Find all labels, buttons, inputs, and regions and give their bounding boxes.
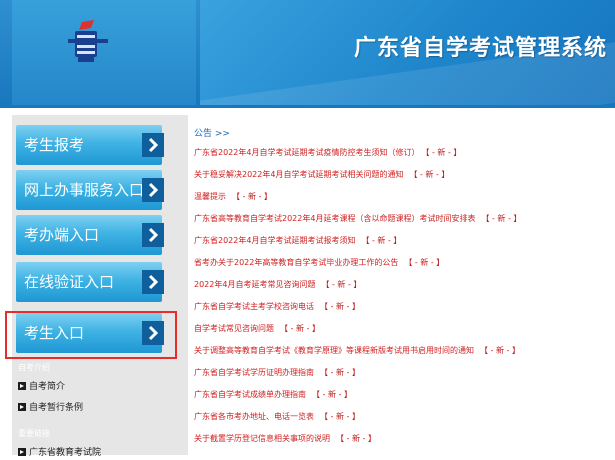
chevron-right-icon	[142, 178, 164, 202]
new-badge: 【 - 新 - 】	[312, 390, 352, 399]
sidebar-link-intro[interactable]: 自考简介	[18, 380, 65, 394]
section-label-links: 重要链接	[18, 429, 50, 438]
notice-item[interactable]: 关于稳妥解决2022年4月自学考试延期考试相关问题的通知【 - 新 - 】	[194, 168, 449, 182]
new-badge: 【 - 新 - 】	[409, 170, 450, 179]
nav-button-student-registration[interactable]: 考生报考	[16, 125, 164, 165]
notice-item[interactable]: 广东省2022年4月自学考试延期考试报考须知【 - 新 - 】	[194, 234, 401, 248]
notice-item[interactable]: 温馨提示【 - 新 - 】	[194, 190, 272, 204]
new-badge: 【 - 新 - 】	[361, 236, 402, 245]
arrow-bullet-icon	[18, 382, 26, 390]
nav-button-exam-office[interactable]: 考办端入口	[16, 215, 164, 255]
sidebar-link-label: 广东省教育考试院	[29, 448, 102, 458]
site-title: 广东省自学考试管理系统	[353, 36, 607, 61]
sidebar-link-label: 自考暂行条例	[29, 403, 84, 413]
notice-item[interactable]: 省考办关于2022年高等教育自学考试毕业办理工作的公告【 - 新 - 】	[194, 256, 444, 270]
new-badge: 【 - 新 - 】	[404, 258, 445, 267]
exam-authority-logo-icon	[68, 20, 108, 62]
new-badge: 【 - 新 - 】	[336, 434, 376, 443]
nav-button-label: 考生报考	[24, 136, 85, 154]
new-badge: 【 - 新 - 】	[280, 324, 320, 333]
notice-item[interactable]: 广东省高等教育自学考试2022年4月延考课程（含以命题课程）考试时间安排表【 -…	[194, 212, 521, 226]
logo-panel	[12, 0, 196, 105]
notices-heading[interactable]: 公告 >>	[194, 126, 230, 139]
sidebar-link-regulations[interactable]: 自考暂行条例	[18, 401, 83, 415]
new-badge: 【 - 新 - 】	[321, 280, 362, 289]
new-badge: 【 - 新 - 】	[320, 302, 360, 311]
chevron-right-icon	[142, 223, 164, 247]
notice-item[interactable]: 关于截置学历登记信息相关事项的说明【 - 新 - 】	[194, 432, 376, 446]
section-label-intro: 自考介绍	[18, 363, 50, 372]
notice-item[interactable]: 广东省自学考试学历证明办理指南【 - 新 - 】	[194, 366, 360, 380]
notice-item[interactable]: 广东省自学考试成绩单办理指南【 - 新 - 】	[194, 388, 352, 402]
sidebar-link-label: 自考简介	[29, 382, 66, 392]
nav-button-label: 考办端入口	[24, 226, 100, 244]
notice-item[interactable]: 广东省2022年4月自学考试延期考试疫情防控考生须知（修订）【 - 新 - 】	[194, 146, 461, 160]
nav-button-label: 网上办事服务入口	[24, 181, 145, 199]
new-badge: 【 - 新 - 】	[481, 214, 522, 223]
notice-item[interactable]: 关于调整高等教育自学考试《教育学原理》等课程新版考试用书启用时间的通知【 - 新…	[194, 344, 520, 358]
nav-button-label: 在线验证入口	[24, 273, 115, 291]
new-badge: 【 - 新 - 】	[480, 346, 520, 355]
arrow-bullet-icon	[18, 403, 26, 411]
chevron-right-icon	[142, 270, 164, 294]
chevron-right-icon	[142, 133, 164, 157]
new-badge: 【 - 新 - 】	[232, 192, 272, 201]
highlight-box	[5, 311, 177, 359]
notice-item[interactable]: 广东省自学考试主考学校咨询电话【 - 新 - 】	[194, 300, 360, 314]
notice-item[interactable]: 2022年4月自考延考常见咨询问题【 - 新 - 】	[194, 278, 361, 292]
sidebar-link-exam-authority[interactable]: 广东省教育考试院	[18, 446, 101, 460]
new-badge: 【 - 新 - 】	[320, 368, 360, 377]
new-badge: 【 - 新 - 】	[320, 412, 360, 421]
nav-button-online-services[interactable]: 网上办事服务入口	[16, 170, 164, 210]
nav-button-online-verification[interactable]: 在线验证入口	[16, 262, 164, 302]
new-badge: 【 - 新 - 】	[425, 148, 462, 157]
notice-item[interactable]: 自学考试常见咨询问题【 - 新 - 】	[194, 322, 320, 336]
notice-item[interactable]: 广东省各市考办地址、电话一览表【 - 新 - 】	[194, 410, 360, 424]
header-banner: 广东省自学考试管理系统	[200, 0, 615, 105]
sidebar: 考生报考 网上办事服务入口 考办端入口 在线验证入口 考生入口 自考介绍 自考简…	[12, 115, 188, 458]
